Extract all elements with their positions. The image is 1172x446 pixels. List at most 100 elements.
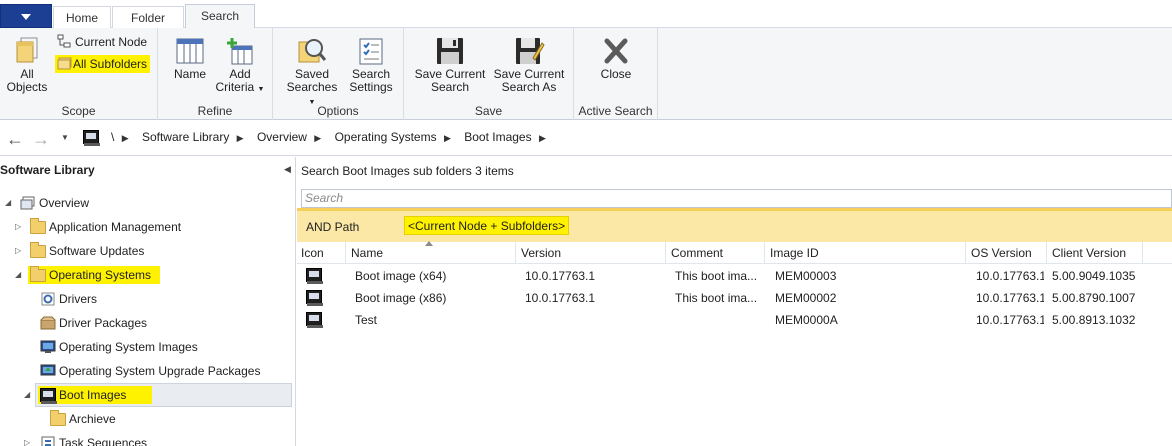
collapsed-arrow-icon[interactable]: ▷ bbox=[15, 241, 21, 261]
column-divider[interactable] bbox=[1142, 242, 1143, 264]
column-header-image-id[interactable]: Image ID bbox=[770, 246, 819, 260]
breadcrumb-root[interactable]: \ bbox=[111, 130, 114, 144]
tab-folder[interactable]: Folder bbox=[112, 6, 184, 28]
expanded-arrow-icon[interactable]: ◢ bbox=[5, 193, 11, 213]
table-row[interactable]: Test MEM0000A 10.0.17763.1 5.00.8913.103… bbox=[297, 309, 1172, 331]
breadcrumb-separator-icon[interactable]: ▶ bbox=[314, 133, 321, 144]
search-input[interactable]: Search bbox=[301, 189, 1172, 208]
boot-image-icon bbox=[306, 312, 323, 328]
all-objects-icon bbox=[11, 36, 43, 66]
table-row[interactable]: Boot image (x64) 10.0.17763.1 This boot … bbox=[297, 265, 1172, 287]
current-node-button[interactable]: Current Node bbox=[57, 33, 147, 51]
save-group-label: Save bbox=[474, 104, 503, 118]
breadcrumb-software-library[interactable]: Software Library bbox=[142, 130, 229, 144]
driver-gear-icon bbox=[40, 292, 56, 306]
save-current-search-button[interactable]: Save Current Search bbox=[412, 36, 488, 94]
tree-item-drivers[interactable]: Drivers bbox=[0, 289, 296, 309]
add-criteria-button[interactable]: Add Criteria ▼ bbox=[214, 36, 266, 96]
tree-item-overview[interactable]: ◢ Overview bbox=[0, 193, 296, 213]
close-icon bbox=[600, 36, 632, 66]
tree-item-software-updates[interactable]: ▷ Software Updates bbox=[0, 241, 296, 261]
all-subfolders-button[interactable]: All Subfolders bbox=[55, 55, 151, 73]
tree-item-driver-packages[interactable]: Driver Packages bbox=[0, 313, 296, 333]
column-header-comment[interactable]: Comment bbox=[671, 246, 723, 260]
breadcrumb-boot-images[interactable]: Boot Images bbox=[464, 130, 531, 144]
history-dropdown-icon[interactable]: ▼ bbox=[61, 133, 69, 142]
tree-item-archieve[interactable]: Archieve bbox=[0, 409, 296, 429]
save-current-search-label-2: Search bbox=[430, 80, 470, 94]
column-divider[interactable] bbox=[965, 242, 966, 264]
ribbon-tab-strip: Home Folder Search bbox=[0, 0, 1172, 29]
collapsed-arrow-icon[interactable]: ▷ bbox=[24, 433, 30, 446]
tree-item-task-sequences[interactable]: ▷ Task Sequences bbox=[0, 433, 296, 446]
folder-icon bbox=[30, 242, 46, 258]
name-button[interactable]: Name bbox=[170, 36, 210, 81]
save-current-search-as-button[interactable]: Save Current Search As bbox=[490, 36, 568, 94]
tree-item-label: Archieve bbox=[69, 412, 116, 426]
results-title-text: Search Boot Images sub folders bbox=[301, 164, 472, 178]
collapsed-arrow-icon[interactable]: ▷ bbox=[15, 217, 21, 237]
ribbon-group-refine: Name Add Criteria ▼ Refine bbox=[158, 28, 273, 120]
add-criteria-label-2: Criteria bbox=[215, 80, 255, 94]
column-header-client-version[interactable]: Client Version bbox=[1052, 246, 1126, 260]
saved-searches-button[interactable]: Saved Searches ▼ bbox=[283, 36, 341, 109]
search-settings-button[interactable]: Search Settings bbox=[345, 36, 397, 94]
cell-name: Boot image (x86) bbox=[355, 291, 447, 305]
cell-os-version: 10.0.17763.1 bbox=[976, 313, 1044, 327]
navigation-pane: Software Library ◀ ◢ Overview ▷ Applicat… bbox=[0, 157, 296, 446]
app-menu-button[interactable] bbox=[0, 4, 52, 28]
column-divider[interactable] bbox=[515, 242, 516, 264]
all-objects-label-2: Objects bbox=[6, 80, 48, 94]
tab-home[interactable]: Home bbox=[53, 6, 111, 28]
tab-search[interactable]: Search bbox=[185, 4, 255, 29]
tree-item-label: Application Management bbox=[49, 220, 182, 234]
column-header-version[interactable]: Version bbox=[521, 246, 561, 260]
criteria-value-field[interactable]: <Current Node + Subfolders> bbox=[404, 216, 570, 235]
tree-item-label: Task Sequences bbox=[59, 436, 148, 446]
columns-icon bbox=[174, 36, 206, 66]
breadcrumb: \ ▶ Software Library ▶ Overview ▶ Operat… bbox=[111, 130, 556, 148]
breadcrumb-separator-icon[interactable]: ▶ bbox=[444, 133, 451, 144]
breadcrumb-separator-icon[interactable]: ▶ bbox=[539, 133, 546, 144]
collapse-pane-icon[interactable]: ◀ bbox=[284, 164, 291, 175]
expanded-arrow-icon[interactable]: ◢ bbox=[24, 385, 30, 405]
tree-item-label: Boot Images bbox=[59, 388, 127, 402]
save-as-icon bbox=[513, 36, 545, 66]
column-header-name[interactable]: Name bbox=[351, 246, 383, 260]
column-header-icon[interactable]: Icon bbox=[301, 246, 324, 260]
close-label: Close bbox=[600, 67, 632, 81]
back-arrow-icon[interactable]: ← bbox=[6, 129, 24, 150]
table-row[interactable]: Boot image (x86) 10.0.17763.1 This boot … bbox=[297, 287, 1172, 309]
cell-os-version: 10.0.17763.1 bbox=[976, 291, 1044, 305]
tree-item-operating-system-images[interactable]: Operating System Images bbox=[0, 337, 296, 357]
tree-item-label: Driver Packages bbox=[59, 316, 148, 330]
all-objects-button[interactable]: All Objects bbox=[4, 36, 50, 94]
saved-searches-icon bbox=[296, 36, 328, 66]
tree-item-operating-systems[interactable]: ◢ Operating Systems bbox=[0, 265, 296, 285]
column-divider[interactable] bbox=[665, 242, 666, 264]
forward-arrow-icon[interactable]: → bbox=[32, 129, 50, 150]
breadcrumb-separator-icon[interactable]: ▶ bbox=[122, 133, 129, 144]
column-header-os-version[interactable]: OS Version bbox=[971, 246, 1032, 260]
column-divider[interactable] bbox=[764, 242, 765, 264]
cell-image-id: MEM0000A bbox=[775, 313, 838, 327]
tree-item-os-upgrade-packages[interactable]: Operating System Upgrade Packages bbox=[0, 361, 296, 381]
close-search-button[interactable]: Close bbox=[591, 36, 641, 81]
breadcrumb-separator-icon[interactable]: ▶ bbox=[237, 133, 244, 144]
breadcrumb-overview[interactable]: Overview bbox=[257, 130, 307, 144]
tree-item-boot-images[interactable]: ◢ Boot Images bbox=[0, 385, 296, 405]
breadcrumb-operating-systems[interactable]: Operating Systems bbox=[335, 130, 437, 144]
results-title: Search Boot Images sub folders 3 items bbox=[301, 164, 514, 178]
os-upgrade-icon bbox=[40, 364, 56, 378]
tree-item-label: Overview bbox=[39, 196, 90, 210]
expanded-arrow-icon[interactable]: ◢ bbox=[15, 265, 21, 285]
cell-version: 10.0.17763.1 bbox=[525, 291, 596, 305]
task-sequence-icon bbox=[40, 436, 56, 446]
column-divider[interactable] bbox=[1046, 242, 1047, 264]
tree-item-label: Operating System Upgrade Packages bbox=[59, 364, 261, 378]
cell-name: Test bbox=[355, 313, 378, 327]
criteria-label: AND Path bbox=[306, 220, 360, 234]
tree-item-application-management[interactable]: ▷ Application Management bbox=[0, 217, 296, 237]
column-divider[interactable] bbox=[345, 242, 346, 264]
refine-group-label: Refine bbox=[197, 104, 233, 118]
